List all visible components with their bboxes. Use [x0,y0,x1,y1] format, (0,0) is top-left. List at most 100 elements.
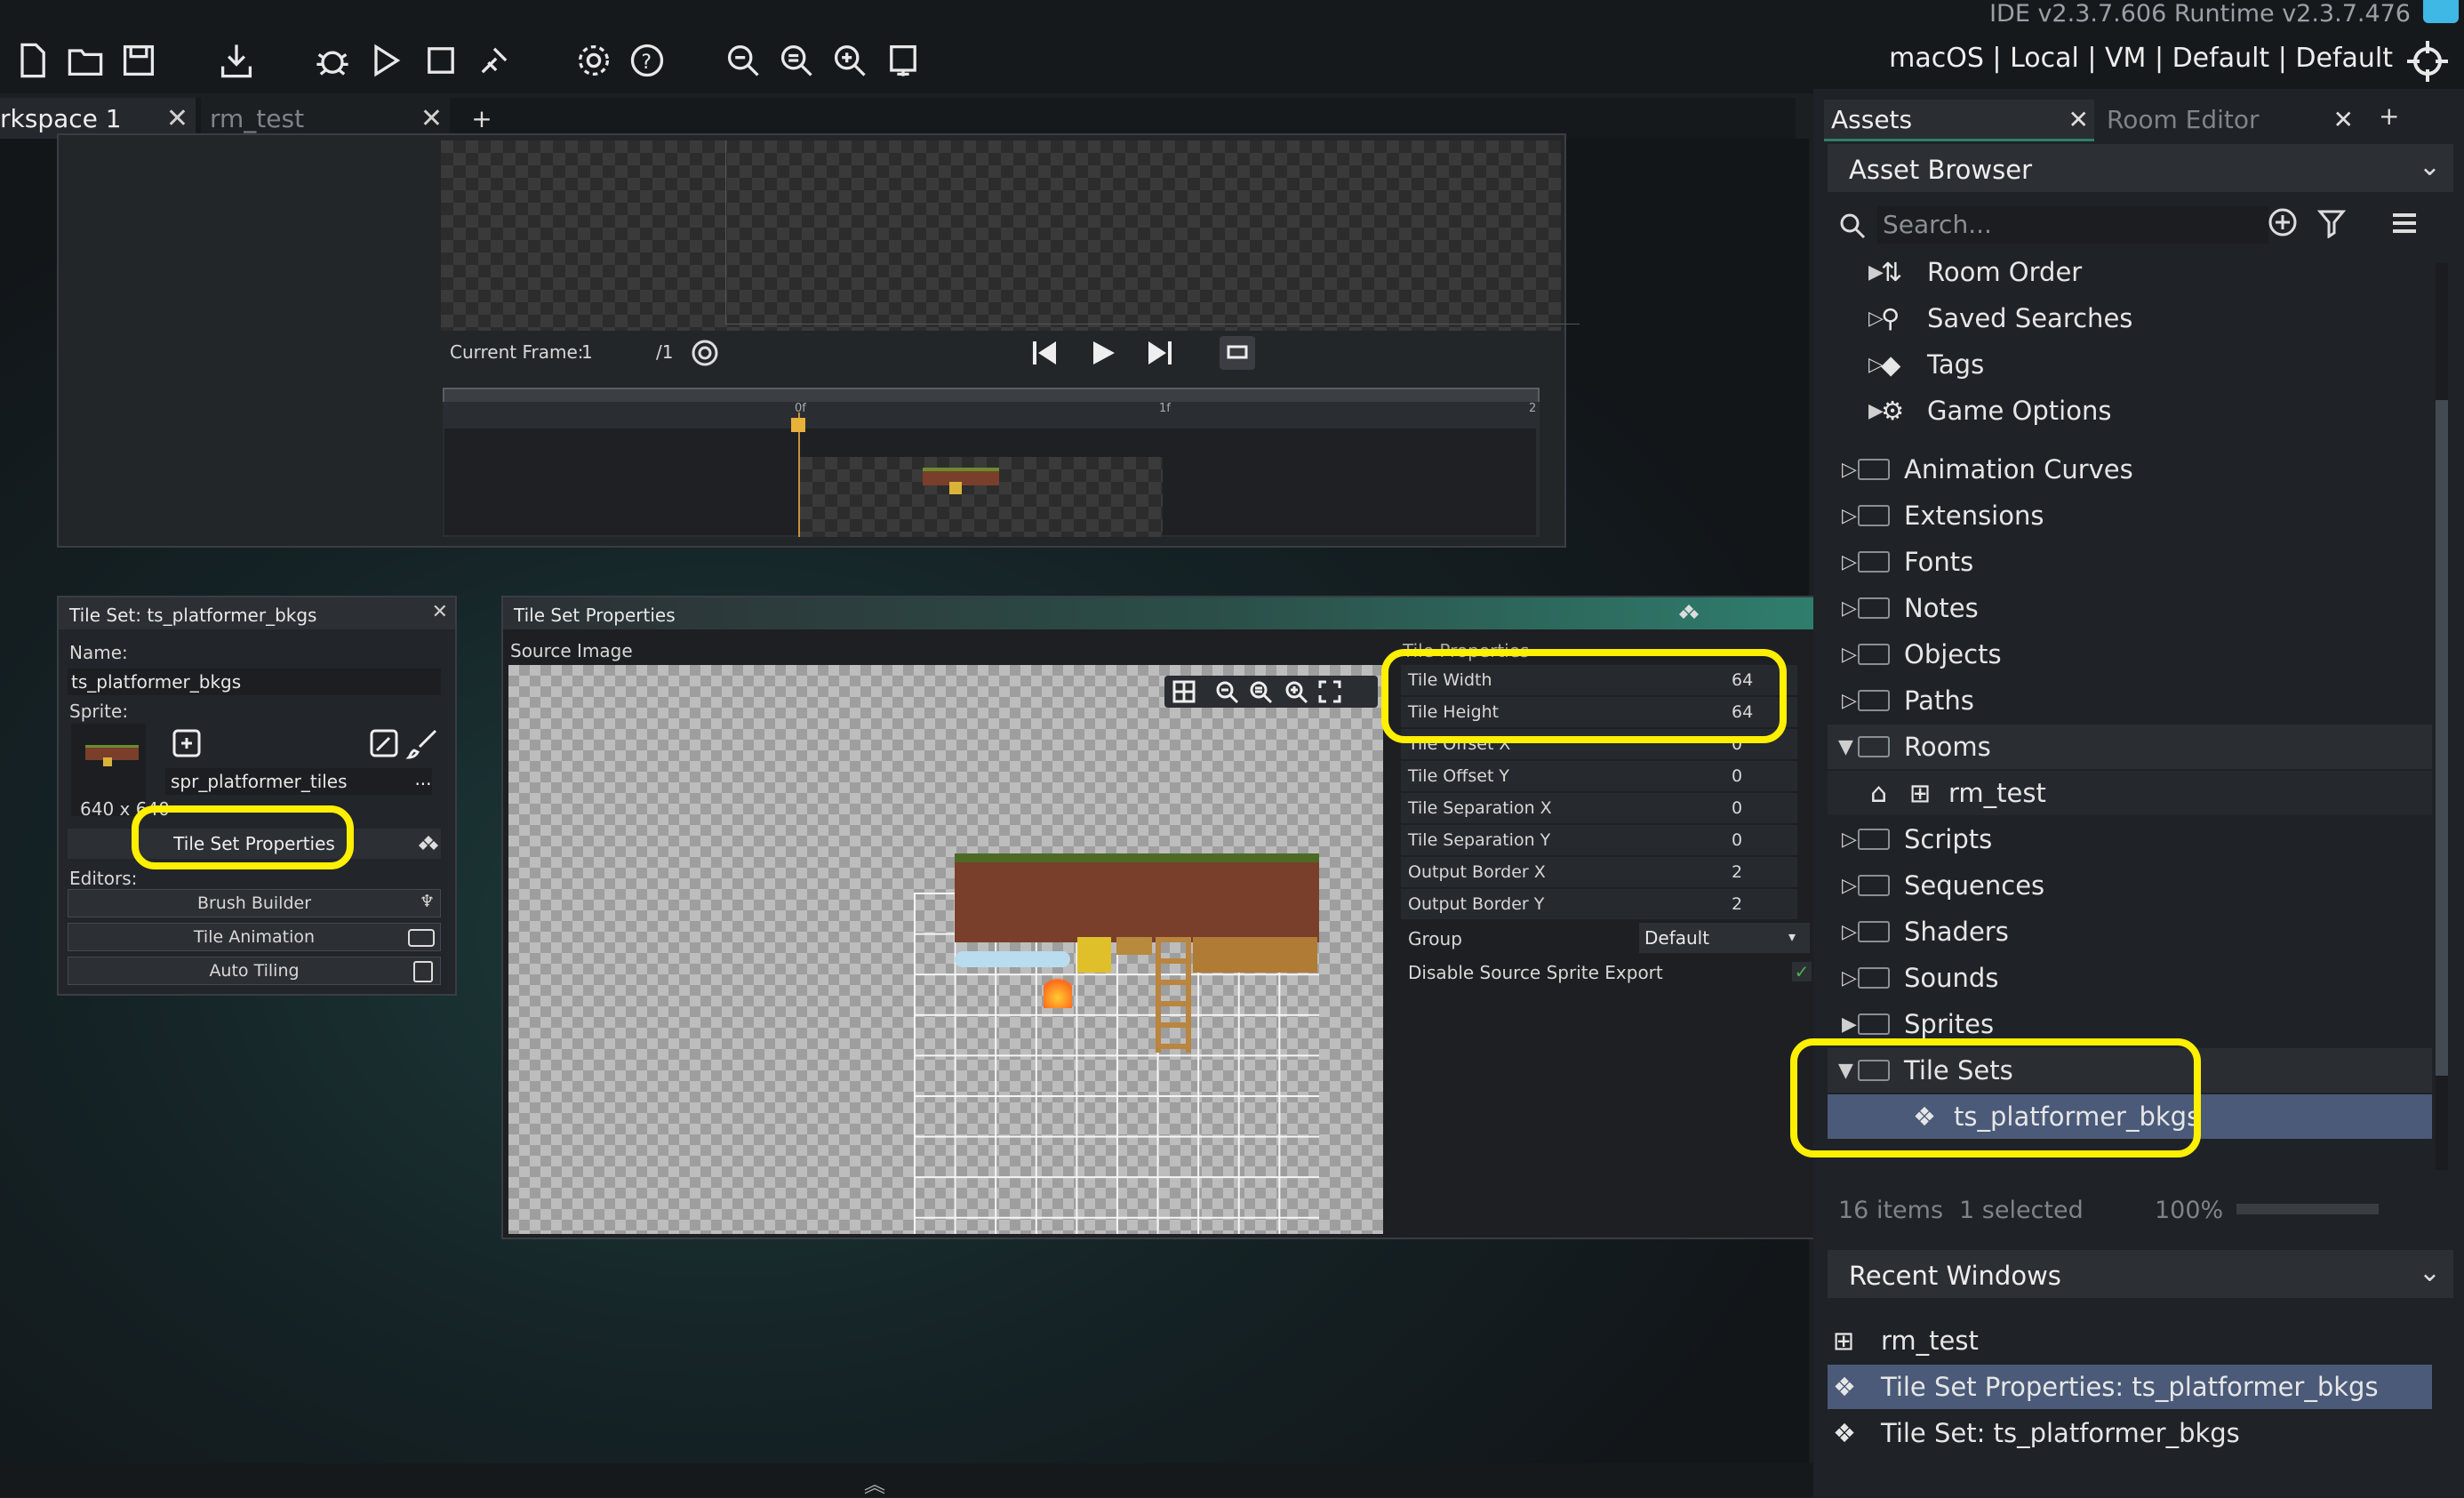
close-icon[interactable]: ✕ [2333,105,2354,134]
brush-builder-button[interactable]: Brush Builder ♆ [68,889,441,917]
fit-icon[interactable] [882,39,924,82]
zoom-in-icon[interactable] [1284,679,1308,704]
brush-icon[interactable] [405,725,441,761]
name-field[interactable]: ts_platformer_bkgs [68,669,441,695]
edit-image-icon[interactable] [366,725,402,761]
export-icon[interactable] [215,39,258,82]
search-input[interactable]: Search... [1877,206,2268,244]
caret-right-icon[interactable]: ▷ [1842,829,1857,851]
sprite-preview-canvas[interactable] [441,140,1580,331]
caret-right-icon[interactable]: ▷ [1868,308,1884,330]
grid-toggle-icon[interactable] [1172,679,1196,704]
folder-fonts[interactable]: ▷ Fonts [1842,540,1973,584]
target-selector[interactable]: macOS | Local | VM | Default | Default [1889,43,2393,74]
caret-right-icon[interactable]: ▷ [1842,967,1857,989]
close-icon[interactable]: ✕ [420,103,443,134]
run-icon[interactable] [364,39,407,82]
tab-assets[interactable]: Assets ✕ [1824,100,2094,141]
caret-right-icon[interactable]: ▷ [1842,644,1857,666]
onion-skin-icon[interactable] [690,338,720,368]
expand-up-icon[interactable]: ︽ [864,1467,885,1498]
caret-right-icon[interactable]: ▶ [1868,400,1884,422]
panel-header[interactable]: Tile Set: ts_platformer_bkgs ✕ [59,597,455,629]
stop-icon[interactable] [420,39,462,82]
save-icon[interactable] [117,39,160,82]
chevron-down-icon[interactable]: ⌄ [2419,1257,2441,1288]
recent-windows-header[interactable]: Recent Windows ⌄ [1828,1250,2453,1298]
sprite-more-button[interactable]: ... [407,768,439,795]
zoom-slider[interactable] [2236,1204,2379,1214]
prop-value[interactable]: 2 [1732,894,1742,914]
last-frame-icon[interactable] [1145,338,1175,368]
folder-notes[interactable]: ▷ Notes [1842,586,1979,630]
tree-saved-searches[interactable]: ▷ ⚲ Saved Searches [1868,296,2132,340]
folder-scripts[interactable]: ▷ Scripts [1842,817,1992,861]
open-folder-icon[interactable] [64,39,107,82]
asset-browser-header[interactable]: Asset Browser ⌄ [1828,144,2453,192]
output-border-x-row[interactable]: Output Border X 2 [1401,857,1797,887]
close-icon[interactable]: ✕ [2068,105,2089,134]
folder-objects[interactable]: ▷ Objects [1842,632,2002,677]
new-file-icon[interactable] [11,39,53,82]
add-asset-icon[interactable] [2267,206,2299,238]
folder-sequences[interactable]: ▷ Sequences [1842,863,2044,908]
folder-animation-curves[interactable]: ▷ Animation Curves [1842,447,2133,492]
tree-game-options[interactable]: ▶ ⚙ Game Options [1868,389,2111,433]
recent-tile-set-properties[interactable]: ❖ Tile Set Properties: ts_platformer_bkgs [1833,1365,2379,1409]
chevron-down-icon[interactable]: ⌄ [2419,151,2441,182]
caret-right-icon[interactable]: ▷ [1842,459,1857,481]
tile-separation-y-row[interactable]: Tile Separation Y 0 [1401,825,1797,855]
auto-tiling-button[interactable]: Auto Tiling [68,957,441,985]
zoom-reset-icon[interactable] [775,39,818,82]
chat-icon[interactable] [2423,0,2459,23]
caret-right-icon[interactable]: ▷ [1842,597,1857,620]
zoom-out-icon[interactable] [722,39,764,82]
prop-value[interactable]: 0 [1732,798,1742,818]
help-icon[interactable]: ? [626,39,668,82]
close-icon[interactable]: ✕ [432,601,448,623]
caret-right-icon[interactable]: ▷ [1842,690,1857,712]
disable-export-checkbox[interactable]: ✓ [1792,962,1812,981]
tree-tags[interactable]: ▷ ◆ Tags [1868,342,1984,387]
scrollbar[interactable] [2436,263,2448,1170]
menu-icon[interactable] [2389,208,2420,238]
first-frame-icon[interactable] [1029,338,1060,368]
caret-right-icon[interactable]: ▶ [1868,261,1884,284]
current-frame-input[interactable]: 1 [581,341,652,363]
recent-rm-test[interactable]: ⊞ rm_test [1833,1318,1979,1363]
debug-icon[interactable] [311,39,354,82]
add-tab-button[interactable]: + [2379,101,2399,131]
output-border-y-row[interactable]: Output Border Y 2 [1401,889,1797,919]
folder-extensions[interactable]: ▷ Extensions [1842,493,2044,538]
target-crosshair-icon[interactable] [2407,41,2448,82]
caret-right-icon[interactable]: ▷ [1842,551,1857,573]
sprite-select[interactable]: spr_platformer_tiles [165,768,432,795]
fullscreen-icon[interactable] [1317,679,1342,704]
folder-rooms[interactable]: ▼ Rooms [1838,725,1991,769]
group-select[interactable]: Default [1639,923,1810,953]
filter-icon[interactable] [2316,208,2347,239]
zoom-in-icon[interactable] [828,39,871,82]
zoom-out-icon[interactable] [1214,679,1239,704]
window-header[interactable]: Tile Set Properties [503,597,1819,629]
prop-value[interactable]: 2 [1732,862,1742,882]
caret-right-icon[interactable]: ▷ [1842,921,1857,943]
new-sprite-icon[interactable] [169,725,204,761]
caret-right-icon[interactable]: ▷ [1868,354,1884,376]
folder-sounds[interactable]: ▷ Sounds [1842,956,1998,1000]
settings-icon[interactable] [572,39,615,82]
source-image-canvas[interactable] [508,665,1383,1234]
tree-room-order[interactable]: ▶ ⇅ Room Order [1868,250,2082,294]
caret-right-icon[interactable]: ▶ [1842,1013,1857,1036]
asset-rm-test[interactable]: ⌂ ⊞ rm_test [1870,771,2046,815]
tab-room-editor[interactable]: Room Editor ✕ [2100,100,2359,139]
clean-icon[interactable] [473,39,516,82]
tile-offset-y-row[interactable]: Tile Offset Y 0 [1401,761,1797,791]
close-icon[interactable]: ✕ [166,103,188,134]
folder-paths[interactable]: ▷ Paths [1842,678,1974,723]
caret-right-icon[interactable]: ▷ [1842,505,1857,527]
caret-down-icon[interactable]: ▼ [1838,736,1853,758]
zoom-reset-icon[interactable] [1248,679,1273,704]
loop-toggle-icon[interactable] [1220,336,1255,370]
play-icon[interactable] [1088,338,1118,368]
